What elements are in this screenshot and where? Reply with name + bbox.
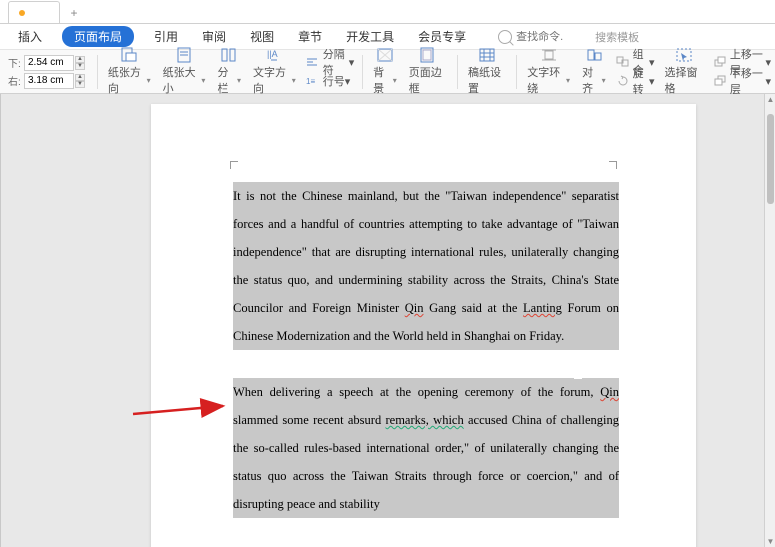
document-body[interactable]: It is not the Chinese mainland, but the …	[233, 182, 619, 518]
paper-orient-icon	[119, 47, 139, 63]
scroll-thumb[interactable]	[767, 114, 774, 204]
paper-orient-button[interactable]: 纸张方向▾	[102, 52, 157, 92]
svg-text:1≡: 1≡	[306, 77, 315, 86]
scroll-up-icon[interactable]: ▲	[765, 94, 775, 105]
text-cursor	[574, 361, 582, 379]
paper-size-button[interactable]: 纸张大小▾	[157, 52, 212, 92]
menu-review[interactable]: 审阅	[198, 26, 230, 47]
template-search-link[interactable]: 搜索模板	[595, 29, 639, 45]
break-icon	[306, 56, 320, 68]
command-search[interactable]	[498, 30, 571, 44]
background-button[interactable]: 背景▾	[367, 52, 403, 92]
misspelled-word[interactable]: Qin	[600, 385, 619, 399]
command-search-input[interactable]	[516, 31, 571, 43]
background-icon	[375, 47, 395, 63]
margin-mark-icon	[230, 161, 238, 169]
margin-right-label: 右:	[8, 73, 24, 88]
search-icon	[498, 30, 512, 44]
paragraph[interactable]: When delivering a speech at the opening …	[233, 378, 619, 518]
margin-right-input[interactable]	[24, 73, 74, 89]
page-border-icon	[418, 47, 438, 63]
menu-references[interactable]: 引用	[150, 26, 182, 47]
new-tab-button[interactable]: +	[63, 3, 85, 23]
menu-insert[interactable]: 插入	[14, 26, 46, 47]
vertical-scrollbar[interactable]: ▲ ▼	[764, 94, 775, 547]
line-number-icon: 1≡	[306, 75, 320, 87]
ribbon: 下: ▲▼ 右: ▲▼ 纸张方向▾ 纸张大小▾ 分栏▾ ||A文字方向▾ 分隔符…	[0, 50, 775, 94]
misspelled-word[interactable]: Lanting	[523, 301, 562, 315]
margin-mark-icon	[609, 161, 617, 169]
margin-bottom-label: 下:	[8, 55, 24, 70]
menu-devtools[interactable]: 开发工具	[342, 26, 398, 47]
margin-inputs: 下: ▲▼ 右: ▲▼	[8, 55, 85, 89]
break-button[interactable]: 分隔符▾	[306, 53, 354, 71]
move-down-button[interactable]: 下移一层▾	[713, 72, 771, 90]
rotate-button[interactable]: 旋转▾	[616, 72, 655, 90]
spinner-down-icon[interactable]: ▼	[75, 63, 85, 70]
text-direction-button[interactable]: ||A文字方向▾	[247, 52, 302, 92]
line-number-button[interactable]: 1≡行号▾	[306, 72, 354, 90]
grammar-word[interactable]: remarks, which	[386, 413, 464, 427]
align-icon	[584, 47, 604, 63]
scroll-down-icon[interactable]: ▼	[765, 536, 775, 547]
paragraph[interactable]: It is not the Chinese mainland, but the …	[233, 182, 619, 350]
move-down-icon	[713, 75, 727, 87]
menu-page-layout[interactable]: 页面布局	[62, 26, 134, 47]
menu-view[interactable]: 视图	[246, 26, 278, 47]
paper-settings-button[interactable]: 稿纸设置	[462, 52, 512, 92]
select-pane-button[interactable]: 选择窗格	[659, 52, 709, 92]
group-icon	[616, 56, 630, 68]
unsaved-dot-icon	[19, 10, 25, 16]
misspelled-word[interactable]: Qin	[405, 301, 424, 315]
columns-icon	[219, 47, 239, 63]
margin-bottom-input[interactable]	[24, 55, 74, 71]
page: It is not the Chinese mainland, but the …	[151, 104, 696, 547]
align-button[interactable]: 对齐▾	[576, 52, 612, 92]
spinner-down-icon[interactable]: ▼	[75, 81, 85, 88]
text-direction-icon: ||A	[264, 47, 284, 63]
document-tab[interactable]	[8, 1, 60, 23]
spinner-up-icon[interactable]: ▲	[75, 74, 85, 81]
tab-bar: +	[0, 0, 775, 24]
columns-button[interactable]: 分栏▾	[211, 52, 247, 92]
menu-section[interactable]: 章节	[294, 26, 326, 47]
rotate-icon	[616, 75, 630, 87]
page-border-button[interactable]: 页面边框	[403, 52, 453, 92]
svg-text:||A: ||A	[267, 49, 278, 59]
spinner-up-icon[interactable]: ▲	[75, 56, 85, 63]
menu-vip[interactable]: 会员专享	[414, 26, 470, 47]
document-canvas[interactable]: It is not the Chinese mainland, but the …	[0, 94, 775, 547]
text-wrap-button[interactable]: 文字环绕▾	[521, 52, 576, 92]
select-pane-icon	[674, 47, 694, 63]
move-up-icon	[713, 56, 727, 68]
grid-icon	[477, 47, 497, 63]
text-wrap-icon	[539, 47, 559, 63]
paper-size-icon	[174, 47, 194, 63]
